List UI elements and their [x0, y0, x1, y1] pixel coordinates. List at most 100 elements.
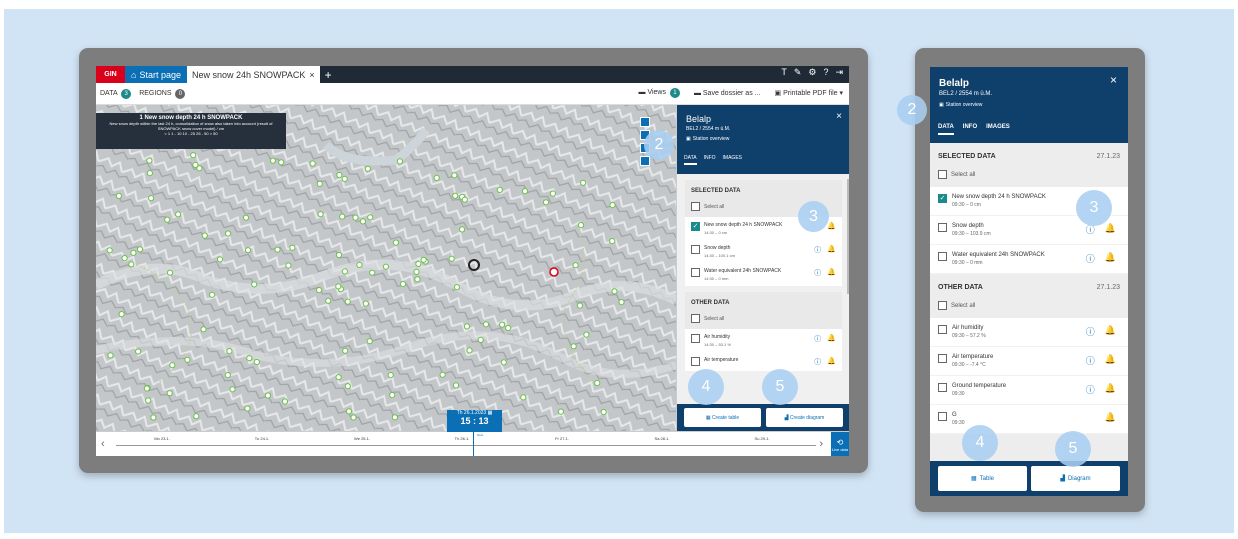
- station-marker[interactable]: [359, 218, 366, 225]
- station-marker[interactable]: [382, 263, 389, 270]
- save-dossier-button[interactable]: ▬ Save dossier as ...: [694, 90, 761, 97]
- station-marker[interactable]: [281, 398, 289, 405]
- timeline-day[interactable]: Mo 23.1.: [112, 436, 212, 441]
- station-marker[interactable]: [269, 157, 276, 164]
- station-marker[interactable]: [356, 261, 363, 268]
- bell-icon[interactable]: 🔔: [827, 222, 836, 230]
- station-marker[interactable]: [184, 356, 191, 363]
- station-marker[interactable]: [466, 347, 473, 354]
- select-all-selected[interactable]: Select all: [930, 166, 1128, 187]
- station-marker[interactable]: [225, 230, 232, 237]
- bell-icon[interactable]: 🔔: [827, 334, 836, 344]
- checkbox[interactable]: [691, 334, 700, 343]
- station-marker[interactable]: [572, 262, 579, 269]
- tab-data[interactable]: DATA: [938, 124, 954, 135]
- data-item[interactable]: Air temperature 09:30 – -7.4 °C ⓘ 🔔: [930, 347, 1128, 376]
- add-tab-button[interactable]: +: [320, 68, 337, 82]
- regions-filter[interactable]: REGIONS 0: [139, 88, 186, 99]
- station-marker[interactable]: [115, 192, 122, 200]
- station-marker[interactable]: [143, 385, 151, 392]
- station-marker[interactable]: [145, 397, 152, 404]
- station-marker[interactable]: [396, 158, 403, 165]
- station-marker[interactable]: [150, 414, 157, 421]
- bell-icon[interactable]: 🔔: [1105, 223, 1116, 236]
- station-marker[interactable]: [461, 196, 468, 203]
- station-marker[interactable]: [224, 372, 231, 379]
- timeline-day[interactable]: We 25.1.: [312, 436, 412, 441]
- data-item[interactable]: Water equivalent 24h SNOWPACK 14:30 – 0 m…: [685, 263, 842, 286]
- station-marker[interactable]: [309, 160, 316, 167]
- station-marker[interactable]: [341, 268, 348, 275]
- data-item[interactable]: Snow depth 14:30 – 100.1 cm ⓘ 🔔: [685, 240, 842, 263]
- station-marker[interactable]: [453, 284, 460, 291]
- info-icon[interactable]: ⓘ: [1086, 252, 1095, 265]
- station-overview-link[interactable]: ▣ Station overview: [686, 136, 729, 142]
- station-marker[interactable]: [166, 390, 173, 397]
- select-all-other[interactable]: Select all: [930, 297, 1128, 318]
- station-marker[interactable]: [542, 199, 550, 206]
- text-size-icon[interactable]: T: [781, 67, 787, 78]
- station-marker[interactable]: [477, 336, 484, 343]
- station-marker[interactable]: [609, 202, 616, 209]
- station-marker[interactable]: [576, 302, 583, 309]
- station-marker[interactable]: [611, 288, 618, 295]
- chevron-right-icon[interactable]: ›: [819, 438, 823, 450]
- bell-icon[interactable]: 🔔: [827, 268, 836, 278]
- station-marker[interactable]: [190, 152, 197, 159]
- table-button[interactable]: ▦ Table: [938, 466, 1027, 491]
- station-marker[interactable]: [499, 321, 506, 328]
- station-marker[interactable]: [344, 383, 351, 390]
- station-overview-link[interactable]: ▣ Station overview: [939, 102, 982, 108]
- station-marker[interactable]: [463, 323, 470, 330]
- station-marker[interactable]: [335, 251, 343, 259]
- tab-info[interactable]: INFO: [963, 124, 977, 135]
- timeline-day[interactable]: Th 26.1.: [412, 436, 512, 441]
- logout-icon[interactable]: ⇥: [835, 67, 843, 78]
- station-marker[interactable]: [244, 405, 251, 412]
- tab-images[interactable]: IMAGES: [986, 124, 1010, 135]
- station-marker[interactable]: [364, 165, 371, 172]
- data-item[interactable]: G 09:30 🔔: [930, 405, 1128, 434]
- checkbox[interactable]: [691, 357, 700, 366]
- station-marker[interactable]: [459, 226, 466, 233]
- timeline-day[interactable]: Sa 28.1.: [612, 436, 712, 441]
- station-marker[interactable]: [316, 287, 323, 294]
- station-marker[interactable]: [415, 260, 422, 267]
- station-marker[interactable]: [339, 213, 346, 220]
- wrench-icon[interactable]: ✎: [794, 67, 802, 78]
- timeline-day[interactable]: Tu 24.1.: [212, 436, 312, 441]
- tab-start-page[interactable]: ⌂ Start page: [125, 66, 187, 83]
- bell-icon[interactable]: 🔔: [1105, 412, 1116, 423]
- station-marker[interactable]: [130, 249, 137, 256]
- station-marker[interactable]: [135, 348, 142, 355]
- station-marker[interactable]: [246, 355, 253, 362]
- info-icon[interactable]: ⓘ: [814, 334, 821, 344]
- station-marker[interactable]: [335, 374, 342, 381]
- info-icon[interactable]: ⓘ: [814, 357, 821, 367]
- close-tab-icon[interactable]: ×: [309, 70, 314, 80]
- station-marker[interactable]: [439, 371, 446, 378]
- bell-icon[interactable]: 🔔: [1105, 354, 1116, 367]
- station-marker[interactable]: [251, 281, 258, 288]
- station-marker-red[interactable]: [549, 267, 559, 277]
- station-marker[interactable]: [369, 269, 376, 276]
- station-marker[interactable]: [452, 192, 459, 199]
- station-marker[interactable]: [118, 311, 125, 318]
- station-marker[interactable]: [500, 359, 507, 366]
- bell-icon[interactable]: 🔔: [827, 357, 836, 367]
- scrollbar[interactable]: [847, 179, 849, 294]
- tab-new-snow[interactable]: New snow 24h SNOWPACK ×: [186, 66, 320, 83]
- info-icon[interactable]: ⓘ: [1086, 354, 1095, 367]
- diagram-button[interactable]: ▟ Diagram: [1031, 466, 1120, 491]
- checkbox[interactable]: [691, 314, 700, 323]
- station-marker[interactable]: [226, 348, 233, 355]
- close-panel-button[interactable]: ×: [1110, 73, 1117, 87]
- station-marker[interactable]: [521, 188, 529, 195]
- station-marker[interactable]: [121, 255, 128, 262]
- station-marker[interactable]: [448, 255, 455, 262]
- views-button[interactable]: ▬ Views 1: [638, 88, 680, 98]
- station-marker[interactable]: [352, 214, 359, 221]
- create-table-button[interactable]: ▦ Create table: [684, 408, 761, 427]
- map-fullscreen-button[interactable]: [640, 156, 650, 166]
- map-layer-button[interactable]: [640, 117, 650, 127]
